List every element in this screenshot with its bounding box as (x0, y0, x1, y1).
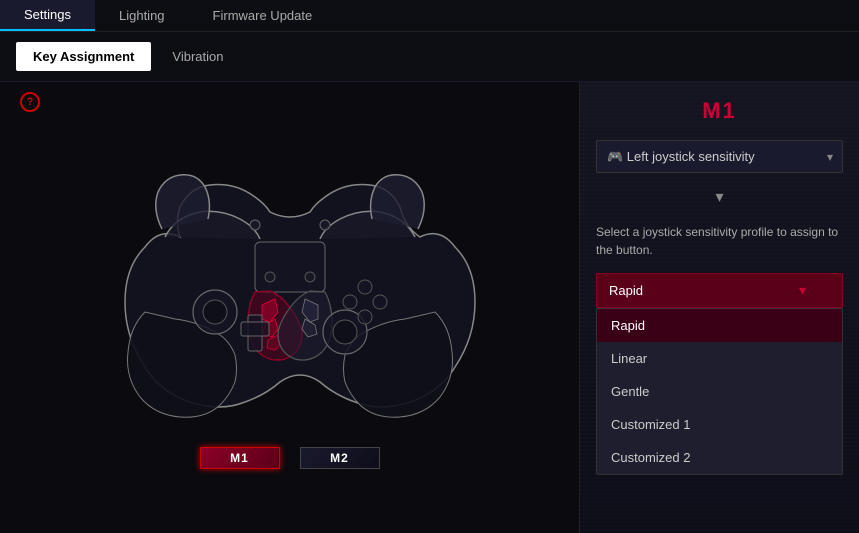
joystick-sensitivity-select[interactable]: 🎮 Left joystick sensitivity (596, 140, 843, 173)
sub-tab-vibration[interactable]: Vibration (155, 42, 240, 71)
chevron-down-icon: ▾ (596, 187, 843, 207)
sub-tabs: Key Assignment Vibration (0, 32, 859, 82)
tab-firmware-label: Firmware Update (213, 8, 313, 23)
dropdown-arrow-icon: ▾ (799, 282, 806, 299)
tab-settings[interactable]: Settings (0, 0, 95, 31)
dropdown-item-rapid[interactable]: Rapid (597, 309, 842, 342)
help-icon[interactable]: ? (20, 92, 40, 112)
dropdown-selected-item[interactable]: Rapid ▾ (596, 273, 843, 308)
top-nav: Settings Lighting Firmware Update (0, 0, 859, 32)
tab-lighting-label: Lighting (119, 8, 165, 23)
profile-dropdown: Rapid ▾ Rapid Linear Gentle Customized 1… (596, 273, 843, 308)
controller-area: ? (0, 82, 579, 533)
sub-tab-vibration-label: Vibration (172, 49, 223, 64)
sub-tab-key-assignment-label: Key Assignment (33, 49, 134, 64)
dropdown-item-customized1[interactable]: Customized 1 (597, 408, 842, 441)
tab-lighting[interactable]: Lighting (95, 0, 189, 31)
dropdown-item-gentle[interactable]: Gentle (597, 375, 842, 408)
tab-firmware[interactable]: Firmware Update (189, 0, 337, 31)
panel-title: M1 (596, 98, 843, 124)
dropdown-item-linear[interactable]: Linear (597, 342, 842, 375)
dropdown-item-customized2[interactable]: Customized 2 (597, 441, 842, 474)
joystick-sensitivity-select-wrapper: 🎮 Left joystick sensitivity ▾ (596, 140, 843, 173)
controller-image (100, 157, 480, 457)
main-content: ? (0, 82, 859, 533)
dropdown-list: Rapid Linear Gentle Customized 1 Customi… (596, 308, 843, 475)
tab-settings-label: Settings (24, 7, 71, 22)
right-panel: M1 🎮 Left joystick sensitivity ▾ ▾ Selec… (579, 82, 859, 533)
dropdown-selected-label: Rapid (609, 283, 643, 298)
description-text: Select a joystick sensitivity profile to… (596, 223, 843, 259)
sub-tab-key-assignment[interactable]: Key Assignment (16, 42, 151, 71)
